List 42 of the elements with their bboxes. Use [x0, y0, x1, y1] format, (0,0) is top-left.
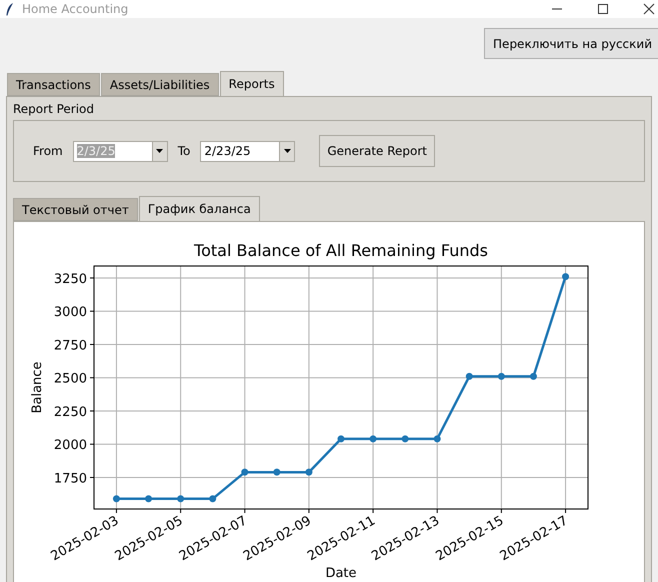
y-tick-label: 2250 [54, 404, 87, 420]
data-point [498, 372, 505, 380]
data-point [209, 495, 216, 502]
data-point [338, 435, 344, 442]
maximize-icon[interactable] [597, 3, 609, 15]
to-date-field[interactable]: 2/23/25 [200, 140, 296, 162]
data-point [466, 372, 473, 380]
tab[interactable]: График баланса [138, 196, 260, 221]
y-axis-label: Balance [30, 362, 45, 414]
generate-report-button[interactable]: Generate Report [319, 135, 436, 167]
data-point [402, 435, 409, 442]
y-tick-label: 2500 [54, 372, 87, 387]
from-label: From [33, 144, 63, 158]
tab[interactable]: Reports [220, 71, 284, 96]
window-title: Home Accounting [22, 2, 130, 16]
data-point [177, 495, 184, 502]
tab[interactable]: Assets/Liabilities [100, 73, 219, 96]
section-label: Report Period [13, 102, 96, 116]
data-point [112, 495, 120, 502]
to-label: To [178, 144, 190, 158]
y-tick-label: 1750 [54, 471, 87, 486]
data-point [562, 273, 570, 280]
close-icon[interactable] [643, 3, 655, 15]
data-point [370, 435, 377, 442]
y-tick-label: 2750 [54, 338, 87, 354]
data-point [145, 495, 152, 502]
chart-title: Total Balance of All Remaining Funds [194, 241, 488, 260]
dropdown-arrow-icon [156, 149, 164, 153]
y-tick-label: 3250 [54, 272, 87, 287]
dropdown-arrow-icon [284, 149, 291, 153]
language-button[interactable]: Переключить на русский [484, 28, 658, 59]
data-point [434, 435, 441, 442]
data-point [305, 468, 312, 476]
tab[interactable]: Transactions [7, 73, 100, 96]
y-tick-label: 3000 [54, 305, 87, 320]
feather-icon [6, 2, 14, 16]
data-point [241, 468, 248, 476]
data-point [273, 468, 280, 476]
y-tick-label: 2000 [54, 438, 87, 454]
data-point [530, 372, 537, 380]
x-axis-label: Date [325, 566, 357, 580]
tab[interactable]: Текстовый отчет [13, 198, 138, 221]
